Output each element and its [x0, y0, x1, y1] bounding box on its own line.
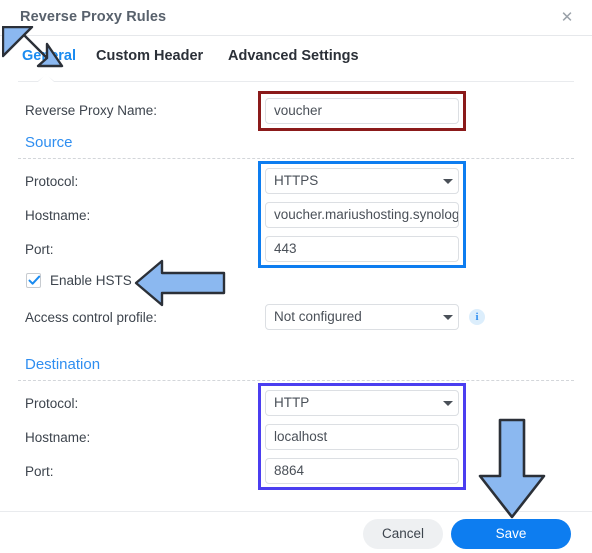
access-control-profile-select[interactable]: Not configured [265, 304, 459, 330]
destination-heading: Destination [25, 356, 101, 373]
destination-hostname-label: Hostname: [25, 430, 91, 445]
source-hostname-input[interactable]: voucher.mariushosting.synology.me [265, 202, 459, 228]
source-port-label: Port: [25, 242, 54, 257]
destination-hostname-input[interactable]: localhost [265, 424, 459, 450]
destination-port-label: Port: [25, 464, 54, 479]
reverse-proxy-rules-dialog: Reverse Proxy Rules ✕ General Custom Hea… [0, 0, 592, 553]
save-button[interactable]: Save [451, 519, 571, 549]
tab-general[interactable]: General [22, 48, 76, 64]
close-icon[interactable]: ✕ [556, 7, 578, 29]
source-port-input[interactable]: 443 [265, 236, 459, 262]
cancel-button[interactable]: Cancel [363, 519, 443, 549]
dialog-titlebar: Reverse Proxy Rules ✕ [0, 0, 592, 36]
info-icon[interactable]: i [469, 309, 485, 325]
footer-divider [0, 511, 592, 512]
tab-advanced-settings[interactable]: Advanced Settings [228, 48, 359, 64]
source-protocol-select[interactable]: HTTPS [265, 168, 459, 194]
destination-port-input[interactable]: 8864 [265, 458, 459, 484]
chevron-down-icon-source-protocol[interactable] [443, 179, 453, 184]
chevron-down-icon-access-control[interactable] [443, 315, 453, 320]
reverse-proxy-name-label: Reverse Proxy Name: [25, 103, 158, 118]
access-control-profile-label: Access control profile: [25, 310, 158, 325]
tab-bar: General Custom Header Advanced Settings [0, 36, 592, 82]
arrow-left-icon [134, 259, 226, 307]
chevron-down-icon-destination-protocol[interactable] [443, 401, 453, 406]
source-heading: Source [25, 134, 73, 151]
reverse-proxy-name-input[interactable]: voucher [265, 98, 459, 124]
destination-divider [18, 380, 574, 381]
tab-custom-header[interactable]: Custom Header [96, 48, 203, 64]
check-icon [28, 275, 41, 285]
destination-protocol-select[interactable]: HTTP [265, 390, 459, 416]
tab-active-caret-fill [38, 74, 54, 82]
enable-hsts-checkbox[interactable] [26, 273, 41, 288]
destination-protocol-label: Protocol: [25, 396, 79, 411]
arrow-down-icon [478, 418, 546, 519]
source-protocol-label: Protocol: [25, 174, 79, 189]
source-hostname-label: Hostname: [25, 208, 91, 223]
source-divider [18, 158, 574, 159]
tab-divider [18, 81, 574, 82]
enable-hsts-label: Enable HSTS [50, 273, 132, 288]
dialog-title: Reverse Proxy Rules [20, 9, 167, 25]
